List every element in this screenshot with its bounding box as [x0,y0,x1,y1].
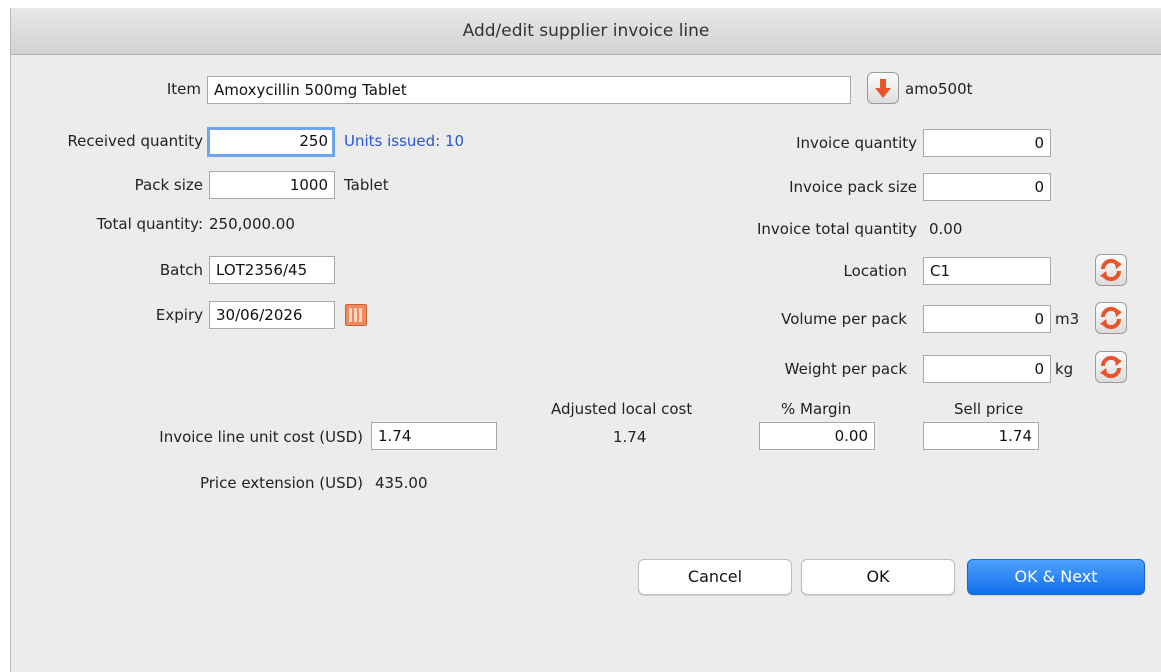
sell-price-label: Sell price [954,400,1024,418]
invoice-quantity-label: Invoice quantity [796,134,917,152]
total-quantity-label: Total quantity: [96,215,203,233]
pack-size-label: Pack size [134,176,203,194]
location-label: Location [843,262,907,280]
invoice-total-quantity-value: 0.00 [929,220,963,238]
refresh-icon [1100,355,1122,379]
invoice-total-quantity-label: Invoice total quantity [757,220,917,238]
ok-button[interactable]: OK [801,559,955,595]
margin-label: % Margin [781,400,852,418]
refresh-icon [1100,258,1122,282]
invoice-quantity-field[interactable]: 0 [923,129,1051,157]
invoice-pack-size-field[interactable]: 0 [923,173,1051,201]
window-title: Add/edit supplier invoice line [11,8,1161,55]
arrow-down-icon [875,79,891,98]
batch-label: Batch [159,261,203,279]
weight-refresh-button[interactable] [1095,351,1127,383]
total-quantity-value: 250,000.00 [209,215,295,233]
volume-per-pack-field[interactable]: 0 [923,305,1051,333]
volume-unit: m3 [1055,310,1080,328]
pack-size-field[interactable]: 1000 [209,171,335,199]
location-field[interactable]: C1 [923,257,1051,285]
volume-refresh-button[interactable] [1095,302,1127,334]
received-quantity-field[interactable]: 250 [207,127,335,157]
dialog-window: Add/edit supplier invoice line Item Amox… [10,8,1161,672]
units-issued-link[interactable]: Units issued: 10 [344,132,464,150]
price-extension-label: Price extension (USD) [199,474,363,492]
item-code: amo500t [905,80,973,98]
item-dropdown-button[interactable] [867,72,899,104]
item-label: Item [166,80,201,98]
weight-per-pack-field[interactable]: 0 [923,355,1051,383]
volume-per-pack-label: Volume per pack [781,310,907,328]
cancel-button[interactable]: Cancel [638,559,792,595]
adjusted-local-cost-value: 1.74 [613,428,647,446]
unit-cost-field[interactable]: 1.74 [371,422,497,450]
item-field[interactable]: Amoxycillin 500mg Tablet [207,76,851,104]
location-refresh-button[interactable] [1095,254,1127,286]
ok-next-button[interactable]: OK & Next [967,559,1145,595]
price-extension-value: 435.00 [375,474,428,492]
sell-price-field[interactable]: 1.74 [923,422,1039,450]
received-quantity-label: Received quantity [67,132,203,150]
invoice-pack-size-label: Invoice pack size [789,178,917,196]
adjusted-local-cost-label: Adjusted local cost [551,400,693,418]
weight-unit: kg [1055,360,1074,378]
expiry-label: Expiry [155,306,203,324]
unit-cost-label: Invoice line unit cost (USD) [159,428,363,446]
calendar-icon[interactable] [345,304,367,326]
weight-per-pack-label: Weight per pack [784,360,907,378]
margin-field[interactable]: 0.00 [759,422,875,450]
batch-field[interactable]: LOT2356/45 [209,256,335,284]
expiry-field[interactable]: 30/06/2026 [209,301,335,329]
refresh-icon [1100,306,1122,330]
pack-size-unit: Tablet [344,176,389,194]
